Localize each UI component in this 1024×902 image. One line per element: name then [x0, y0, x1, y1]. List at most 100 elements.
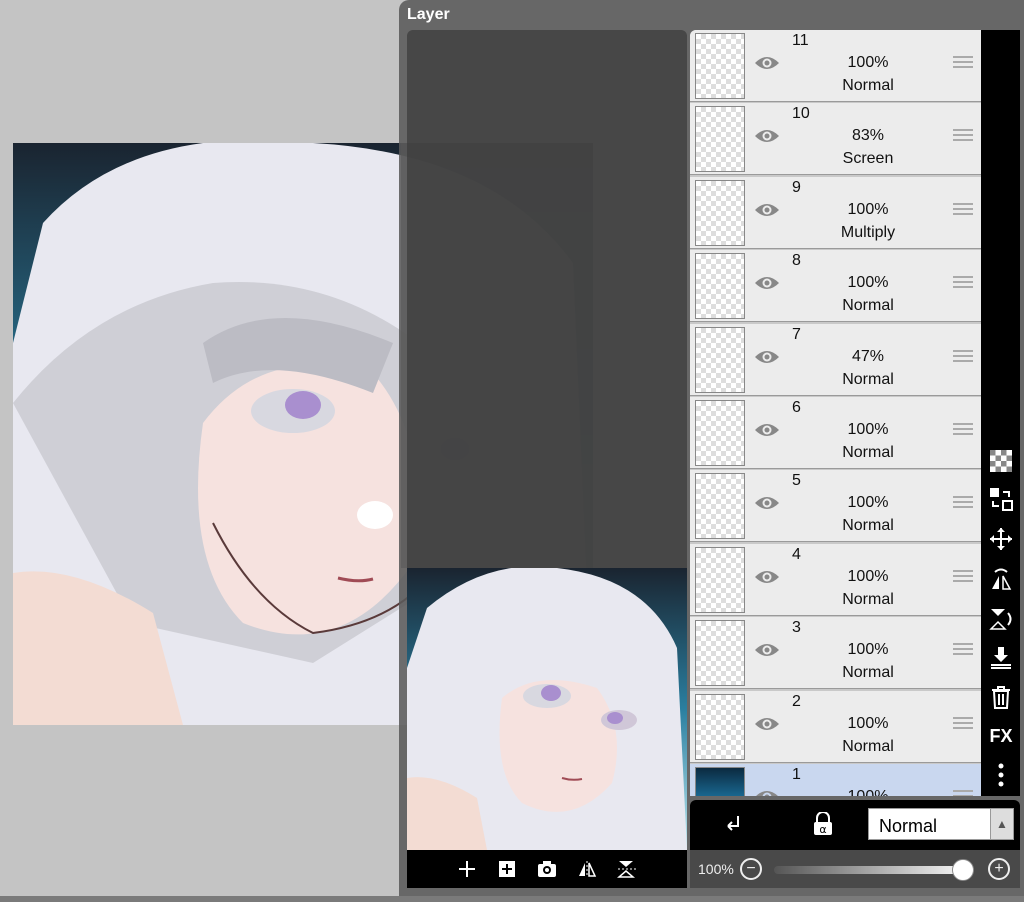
- flip-vertical-icon[interactable]: [616, 858, 638, 880]
- layer-opacity: 83%: [851, 127, 885, 145]
- layer-thumbnail: [695, 326, 745, 393]
- layer-thumbnail: [695, 106, 745, 173]
- layer-number: 9: [792, 178, 801, 196]
- opacity-slider[interactable]: [774, 859, 974, 881]
- eye-icon[interactable]: [754, 348, 780, 366]
- layer-blend-mode: Screen: [842, 150, 894, 168]
- eye-icon[interactable]: [754, 715, 780, 733]
- layer-row-selected[interactable]: 1 100%: [690, 763, 981, 796]
- layer-opacity: 100%: [847, 641, 889, 659]
- drag-handle-icon[interactable]: [953, 202, 973, 217]
- clipping-icon[interactable]: [724, 812, 746, 841]
- layer-row[interactable]: 3 100% Normal: [690, 617, 981, 690]
- drag-handle-icon[interactable]: [953, 276, 973, 290]
- eye-icon[interactable]: [754, 54, 780, 72]
- eye-icon[interactable]: [754, 788, 780, 796]
- layer-opacity: 100%: [847, 714, 889, 732]
- merge-down-icon[interactable]: [988, 644, 1014, 670]
- layer-blend-mode: Normal: [842, 297, 894, 315]
- alpha-lock-icon[interactable]: α: [812, 811, 834, 841]
- canvas-preview-thumbnail: [407, 566, 687, 850]
- trash-icon[interactable]: [988, 684, 1014, 710]
- transparency-checker-icon[interactable]: [988, 448, 1014, 474]
- dropdown-arrow-icon: ▲: [990, 809, 1013, 839]
- drag-handle-icon[interactable]: [953, 789, 973, 796]
- layer-panel: Layer 11 100% Normal 10 83% Screen 9 100…: [399, 0, 1024, 896]
- layer-opacity: 100%: [818, 788, 918, 796]
- drag-handle-icon[interactable]: [953, 569, 973, 584]
- layer-number: 2: [792, 692, 801, 710]
- eye-icon[interactable]: [754, 641, 780, 659]
- layer-row[interactable]: 7 47% Normal: [690, 323, 981, 396]
- preview-toolbar: [407, 850, 687, 888]
- layer-row[interactable]: 10 83% Screen: [690, 103, 981, 176]
- drag-handle-icon[interactable]: [953, 643, 973, 657]
- layer-thumbnail: [695, 179, 745, 246]
- layer-blend-mode: Normal: [842, 590, 894, 608]
- layer-row[interactable]: 2 100% Normal: [690, 690, 981, 763]
- eye-icon[interactable]: [754, 201, 780, 219]
- drag-handle-icon[interactable]: [953, 349, 973, 364]
- layer-thumbnail: [695, 33, 745, 99]
- flip-layer-vertical-icon[interactable]: [988, 606, 1014, 632]
- drag-handle-icon[interactable]: [953, 496, 973, 510]
- layer-number: 4: [792, 545, 801, 563]
- copy-layer-icon[interactable]: [988, 486, 1014, 512]
- layer-blend-mode: Normal: [842, 370, 894, 388]
- layer-blend-mode: Normal: [842, 517, 894, 535]
- layer-blend-mode: Normal: [842, 737, 894, 755]
- drag-handle-icon[interactable]: [953, 422, 973, 437]
- blend-mode-select[interactable]: Normal ▲: [868, 808, 1014, 840]
- layer-blend-mode: Multiply: [840, 223, 896, 241]
- layer-number: 3: [792, 619, 801, 637]
- camera-icon[interactable]: [536, 858, 558, 880]
- eye-icon[interactable]: [754, 421, 780, 439]
- layer-thumbnail: [695, 693, 745, 760]
- layer-number: 6: [792, 398, 801, 416]
- layer-blend-mode: Normal: [842, 443, 894, 461]
- fx-button[interactable]: FX: [988, 723, 1014, 749]
- layer-blend-mode: Normal: [842, 77, 894, 94]
- opacity-increase-button[interactable]: +: [988, 858, 1010, 880]
- more-options-icon[interactable]: [988, 762, 1014, 788]
- blend-mode-value: Normal: [879, 816, 938, 836]
- blend-mode-bar: α Normal ▲: [690, 800, 1020, 850]
- layer-row[interactable]: 6 100% Normal: [690, 396, 981, 469]
- layer-thumbnail: [695, 766, 745, 796]
- drag-handle-icon[interactable]: [953, 716, 973, 731]
- eye-icon[interactable]: [754, 494, 780, 512]
- layer-list[interactable]: 11 100% Normal 10 83% Screen 9 100% Mult…: [690, 30, 981, 796]
- opacity-slider-knob[interactable]: [952, 859, 974, 881]
- add-layer-icon[interactable]: [456, 858, 478, 880]
- layer-number: 8: [792, 252, 801, 270]
- flip-layer-horizontal-icon[interactable]: [988, 566, 1014, 592]
- panel-title: Layer: [407, 6, 450, 23]
- layer-number: 11: [792, 32, 809, 49]
- layer-row[interactable]: 8 100% Normal: [690, 250, 981, 323]
- opacity-decrease-button[interactable]: −: [740, 858, 762, 880]
- eye-icon[interactable]: [754, 568, 780, 586]
- eye-icon[interactable]: [754, 127, 780, 145]
- layer-thumbnail: [695, 546, 745, 613]
- layer-row[interactable]: 11 100% Normal: [690, 30, 981, 102]
- eye-icon[interactable]: [754, 274, 780, 292]
- layer-preview-area: [407, 30, 687, 850]
- opacity-value: 100%: [698, 861, 734, 877]
- drag-handle-icon[interactable]: [953, 129, 973, 143]
- layer-number: 1: [792, 765, 801, 783]
- layer-blend-mode: Normal: [842, 664, 894, 682]
- flip-horizontal-icon[interactable]: [576, 858, 598, 880]
- bottom-strip: [0, 896, 1024, 902]
- layer-row[interactable]: 4 100% Normal: [690, 543, 981, 616]
- layer-opacity: 100%: [847, 567, 889, 585]
- layer-row[interactable]: 5 100% Normal: [690, 470, 981, 543]
- layer-opacity: 100%: [847, 494, 889, 512]
- layer-row[interactable]: 9 100% Multiply: [690, 176, 981, 249]
- layer-opacity: 100%: [847, 274, 889, 292]
- drag-handle-icon[interactable]: [953, 56, 973, 70]
- add-layer-box-icon[interactable]: [496, 858, 518, 880]
- layer-side-toolbar: FX: [981, 30, 1020, 796]
- layer-thumbnail: [695, 473, 745, 540]
- move-icon[interactable]: [988, 526, 1014, 552]
- layer-thumbnail: [695, 399, 745, 466]
